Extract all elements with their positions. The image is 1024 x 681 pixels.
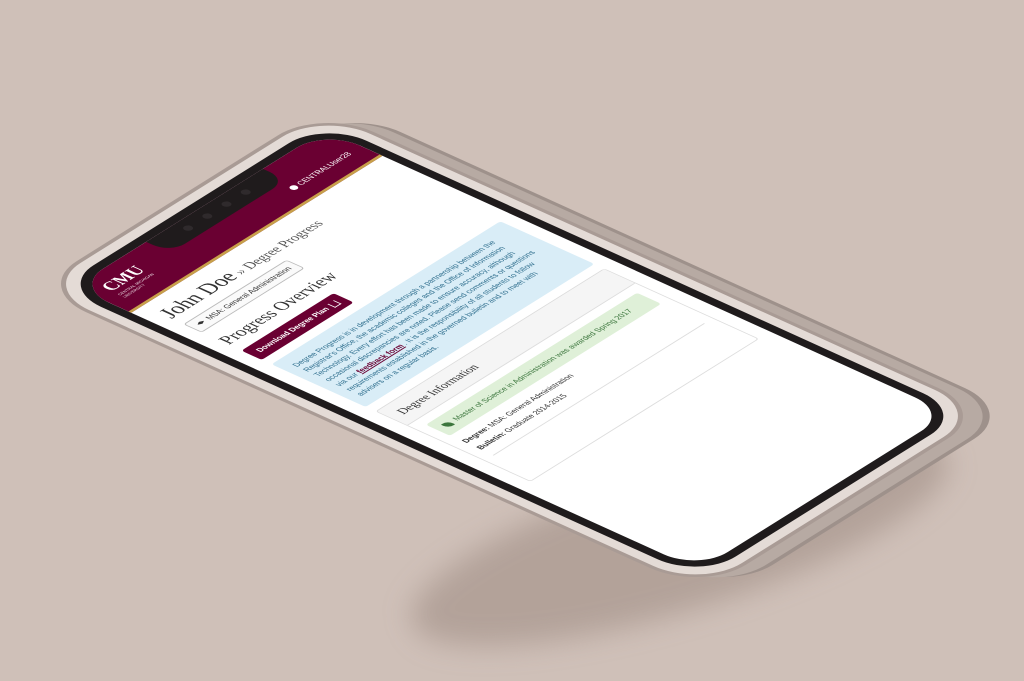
camera-icon — [238, 188, 253, 196]
cmu-logo[interactable]: CMU CENTRAL MICHIGAN UNIVERSITY — [96, 261, 170, 301]
camera-icon — [181, 224, 196, 232]
scene: CMU CENTRAL MICHIGAN UNIVERSITY CENTRALU… — [0, 0, 1024, 681]
sensor-icon — [200, 212, 215, 220]
phone-screen: CMU CENTRAL MICHIGAN UNIVERSITY CENTRALU… — [74, 129, 950, 571]
leaf-icon — [440, 420, 455, 429]
download-icon — [326, 300, 341, 308]
user-icon — [287, 184, 300, 191]
graduation-cap-icon — [196, 320, 207, 326]
phone-bezel: CMU CENTRAL MICHIGAN UNIVERSITY CENTRALU… — [58, 121, 966, 579]
sensor-icon — [219, 200, 234, 208]
